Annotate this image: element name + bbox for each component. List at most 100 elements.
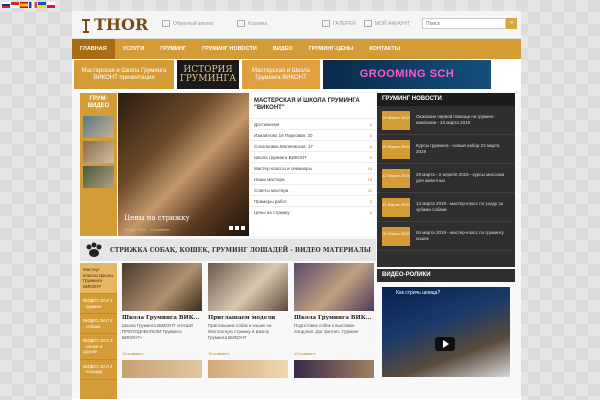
news-text[interactable]: 04 марта 2019 - мастер-класс по грумингу… (410, 230, 510, 242)
paw-icon (86, 242, 102, 257)
card-comments[interactable]: 10 коммент. (122, 347, 202, 356)
news-item[interactable]: 11 Марта 2019 13 марта 2019 - мастер-клас… (377, 193, 515, 222)
card-comments[interactable]: 10 коммент. (294, 347, 374, 356)
slider-dot[interactable] (229, 226, 233, 230)
feedback-link[interactable]: Обратный звонок (162, 20, 213, 27)
video-thumbnail[interactable] (83, 141, 114, 163)
nav-item-video[interactable]: ВИДЕО (265, 39, 301, 59)
video-card: Приглашаем модели Приглашаем собак и кош… (208, 263, 288, 399)
school-row-label: Школа груминга ВИКОНТ (254, 154, 307, 160)
video-card: Школа Груминга ВИК... Подготовка собак к… (294, 263, 374, 399)
video-category-item[interactable]: Мастер-классы Школы Груминга ВИКОНТ (80, 263, 117, 294)
card-image[interactable] (122, 360, 202, 378)
video-thumbnail[interactable] (83, 166, 114, 188)
page: THOR Обратный звонок Корзина ГАЛЕРЕЯ МОЙ… (72, 11, 521, 400)
nav-item-contacts[interactable]: КОНТАКТЫ (361, 39, 408, 59)
school-row-label: Наши мастера (254, 176, 285, 182)
news-panel: ГРУМИНГ НОВОСТИ 24 Марта 2019 Оказание пе… (377, 93, 515, 267)
card-image[interactable] (208, 360, 288, 378)
nav-item-grooming[interactable]: ГРУМИНГ (152, 39, 194, 59)
school-title: МАСТЕРСКАЯ И ШКОЛА ГРУМИНГА "ВИКОНТ" (254, 98, 360, 111)
flag-icon[interactable] (20, 2, 28, 8)
cart-icon (237, 20, 245, 27)
nav-item-news[interactable]: ГРУМИНГ НОВОСТИ (194, 39, 265, 59)
slider-dot[interactable] (241, 226, 245, 230)
gallery-link[interactable]: ГАЛЕРЕЯ (322, 20, 356, 27)
news-item[interactable]: 20 Марта 2019 Курсы груминга - новый набо… (377, 135, 515, 164)
nav-item-home[interactable]: ГЛАВНАЯ (72, 39, 115, 59)
news-text[interactable]: 28 марта - 2 апреля 2019 - курсы массажа… (410, 172, 510, 184)
search-button[interactable]: » (506, 18, 517, 29)
school-row[interactable]: Измайлово 16 Парковая, 20 0 (250, 129, 376, 140)
video-title[interactable]: Как стричь шпица? (396, 290, 440, 296)
hero-comments[interactable]: 0 коммент. (151, 227, 171, 232)
flag-icon[interactable] (2, 2, 10, 8)
card-title[interactable]: Школа Груминга ВИК... (294, 311, 374, 323)
flag-icon[interactable] (11, 2, 19, 8)
flag-icon[interactable] (29, 2, 37, 8)
school-row-label: Примеры работ (254, 198, 287, 204)
comment-count: 0 (369, 198, 372, 204)
news-item[interactable]: 02 Марта 2019 04 марта 2019 - мастер-клас… (377, 222, 515, 251)
card-image[interactable] (294, 263, 374, 311)
school-row[interactable]: Сокольники,Малеевская, 17 0 (250, 140, 376, 151)
video-category-list: Мастер-классы Школы Груминга ВИКОНТ ВИДЕ… (80, 263, 117, 399)
video-category-item[interactable]: ВИДЕО ЗАЛ 1 - груминг (80, 294, 117, 314)
account-link[interactable]: МОЙ АККАУНТ (364, 20, 410, 27)
school-row[interactable]: Наши мастера 15 (250, 173, 376, 184)
card-description: Приглашаем собак и кошек на бесплатную с… (208, 323, 272, 340)
news-item[interactable]: 12 Марта 2019 28 марта - 2 апреля 2019 - … (377, 164, 515, 193)
video-category-item[interactable]: ВИДЕО ЗАЛ 4 - лошади (80, 360, 117, 380)
school-row[interactable]: Советы мастера 11 (250, 184, 376, 195)
comment-count: 0 (369, 209, 372, 215)
comment-count: 0 (369, 143, 372, 149)
video-player[interactable]: Как стричь шпица? (382, 287, 510, 377)
school-row[interactable]: Достижения 0 (250, 118, 376, 129)
section-header: СТРИЖКА СОБАК, КОШЕК, ГРУМИНГ ЛОШАДЕЙ - … (80, 239, 376, 261)
news-date: 24 Марта 2019 (382, 110, 410, 130)
school-row[interactable]: Мастер классы и семинары 15 (250, 162, 376, 173)
logo[interactable]: THOR (80, 15, 148, 34)
grooming-video-tab: ГРУМ-ВИДЕО (80, 93, 117, 236)
video-thumbnail[interactable] (83, 116, 114, 138)
hero-slide[interactable]: Цены на стрижку 16 Дек 2016 0 коммент. (118, 93, 249, 236)
slider-dot[interactable] (235, 226, 239, 230)
play-icon[interactable] (435, 337, 455, 351)
news-text[interactable]: 13 марта 2019 - мастер-класс по уходу за… (410, 201, 510, 213)
card-title[interactable]: Приглашаем модели (208, 311, 288, 323)
card-image[interactable] (294, 360, 374, 378)
news-text[interactable]: Курсы груминга - новый набор 23 марта 20… (410, 143, 510, 155)
news-title: ГРУМИНГ НОВОСТИ (377, 93, 515, 106)
flag-icon[interactable] (38, 2, 46, 8)
search-input[interactable] (422, 18, 506, 29)
card-image[interactable] (122, 263, 202, 311)
cart-link[interactable]: Корзина (237, 20, 267, 27)
video-category-item[interactable]: ВИДЕО ЗАЛ 2 - собаки (80, 314, 117, 334)
card-comments[interactable]: 10 коммент. (208, 347, 288, 356)
banner-presentation[interactable]: Мастерская и Школа Груминга ВИКОНТ презе… (74, 60, 174, 89)
video-category-item[interactable]: ВИДЕО ЗАЛ 3 - кошки и другие (80, 334, 117, 360)
nav-item-prices[interactable]: ГРУМИНГ-ЦЕНЫ (301, 39, 362, 59)
hero-title[interactable]: Цены на стрижку (124, 214, 190, 222)
header: THOR Обратный звонок Корзина ГАЛЕРЕЯ МОЙ… (72, 11, 521, 39)
news-text[interactable]: Оказание первой помощи на груминг-кампан… (410, 114, 510, 126)
news-date: 11 Марта 2019 (382, 197, 410, 217)
school-row[interactable]: Примеры работ 0 (250, 195, 376, 206)
cart-label: Корзина (248, 20, 268, 27)
news-item[interactable]: 24 Марта 2019 Оказание первой помощи на г… (377, 106, 515, 135)
banner-grooming-school[interactable]: GROOMING SCH (323, 60, 491, 89)
card-image[interactable] (208, 263, 288, 311)
video-tab-title: ГРУМ-ВИДЕО (87, 96, 110, 109)
school-row-label: Достижения (254, 121, 280, 127)
user-icon (364, 20, 372, 27)
banner-history[interactable]: ИСТОРИЯ ГРУМИНГА (177, 60, 239, 89)
banner-school[interactable]: Мастерская и Школа Груминга ВИКОНТ (242, 60, 320, 89)
flag-icon[interactable] (47, 2, 55, 8)
nav-item-services[interactable]: УСЛУГИ (115, 39, 153, 59)
news-date: 02 Марта 2019 (382, 226, 410, 246)
card-description: Подготовка собак к выставке. Хэндлинг. Д… (294, 323, 359, 334)
news-date: 12 Марта 2019 (382, 168, 410, 188)
school-row[interactable]: Школа груминга ВИКОНТ 0 (250, 151, 376, 162)
school-row[interactable]: Цены на стрижку 0 (250, 206, 376, 217)
card-title[interactable]: Школа Груминга ВИК... (122, 311, 202, 323)
